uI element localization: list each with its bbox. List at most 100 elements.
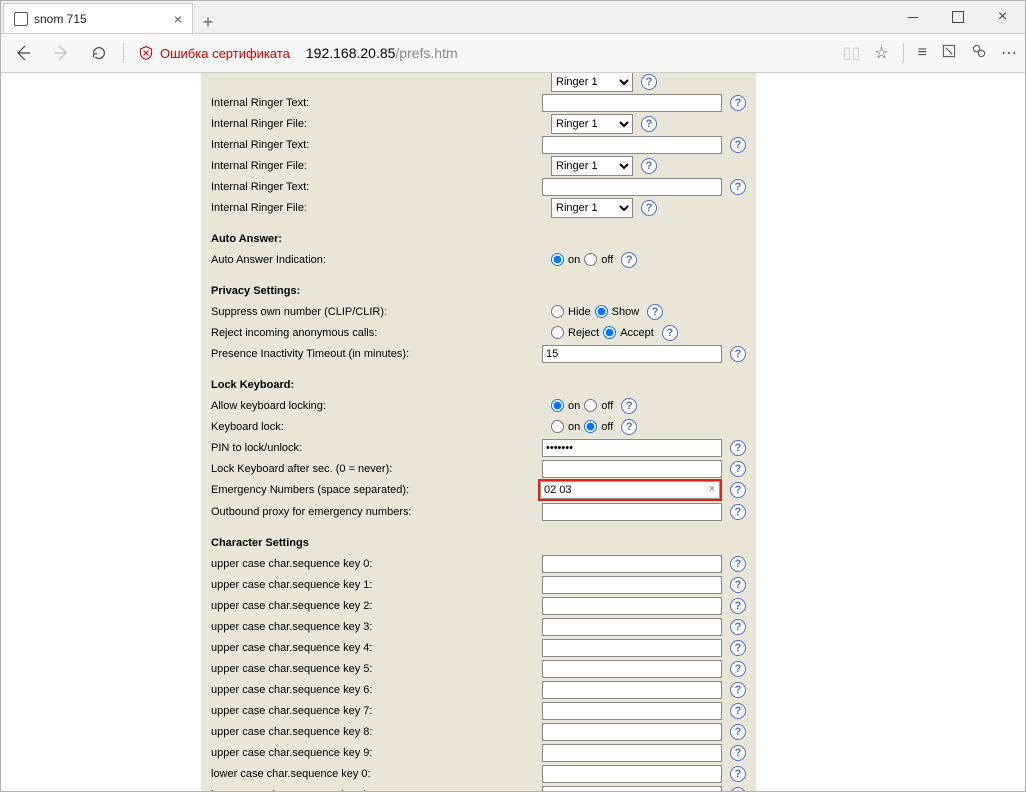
- prefs-form: Internal Ringer File: Ringer 1 ? Interna…: [201, 73, 756, 791]
- tab-snom[interactable]: snom 715 ×: [3, 3, 193, 33]
- help-icon[interactable]: ?: [641, 74, 657, 90]
- char-seq-input[interactable]: [542, 660, 722, 678]
- help-icon[interactable]: ?: [730, 682, 746, 698]
- address-toolbar: Ошибка сертификата 192.168.20.85/prefs.h…: [1, 33, 1025, 73]
- auto-answer-off-radio[interactable]: [584, 253, 597, 266]
- help-icon[interactable]: ?: [730, 577, 746, 593]
- char-seq-input[interactable]: [542, 639, 722, 657]
- char-seq-input[interactable]: [542, 765, 722, 783]
- row-label: Emergency Numbers (space separated):: [211, 484, 538, 496]
- certificate-error[interactable]: Ошибка сертификата: [138, 45, 290, 61]
- help-icon[interactable]: ?: [621, 398, 637, 414]
- char-seq-row: upper case char.sequence key 0:?: [211, 553, 746, 574]
- help-icon[interactable]: ?: [641, 200, 657, 216]
- help-icon[interactable]: ?: [730, 640, 746, 656]
- help-icon[interactable]: ?: [621, 252, 637, 268]
- kblock-off-radio[interactable]: [584, 420, 597, 433]
- row-label: Allow keyboard locking:: [211, 400, 551, 412]
- help-icon[interactable]: ?: [730, 703, 746, 719]
- help-icon[interactable]: ?: [641, 116, 657, 132]
- content-scroll[interactable]: Internal Ringer File: Ringer 1 ? Interna…: [1, 73, 1025, 791]
- radio-label: off: [601, 400, 613, 412]
- clear-icon[interactable]: ×: [709, 483, 715, 495]
- help-icon[interactable]: ?: [730, 95, 746, 111]
- help-icon[interactable]: ?: [730, 556, 746, 572]
- pin-input[interactable]: [542, 439, 722, 457]
- reading-view-icon[interactable]: ▯▯: [843, 43, 861, 63]
- reject-radio[interactable]: [551, 326, 564, 339]
- arrow-left-icon: [13, 43, 33, 63]
- help-icon[interactable]: ?: [641, 158, 657, 174]
- radio-label: on: [568, 254, 580, 266]
- ringer-file-select[interactable]: Ringer 1: [551, 156, 633, 176]
- maximize-button[interactable]: [935, 1, 980, 33]
- ringer-row-partial: Internal Ringer File: Ringer 1 ?: [211, 73, 746, 92]
- outbound-input[interactable]: [542, 503, 722, 521]
- char-seq-input[interactable]: [542, 555, 722, 573]
- ringer-file-select[interactable]: Ringer 1: [551, 73, 633, 92]
- char-seq-input[interactable]: [542, 597, 722, 615]
- emergency-input[interactable]: [540, 481, 720, 499]
- help-icon[interactable]: ?: [730, 724, 746, 740]
- more-icon[interactable]: ⋯: [1001, 43, 1017, 63]
- ringer-row: Internal Ringer File:Ringer 1?: [211, 197, 746, 218]
- row-label: Internal Ringer File:: [211, 160, 551, 172]
- ringer-row: Internal Ringer Text:?: [211, 176, 746, 197]
- char-seq-input[interactable]: [542, 681, 722, 699]
- aftersec-input[interactable]: [542, 460, 722, 478]
- radio-label: Show: [612, 306, 640, 318]
- help-icon[interactable]: ?: [730, 787, 746, 792]
- char-seq-input[interactable]: [542, 576, 722, 594]
- char-seq-input[interactable]: [542, 702, 722, 720]
- help-icon[interactable]: ?: [730, 461, 746, 477]
- notes-icon[interactable]: [941, 43, 957, 64]
- close-window-button[interactable]: ×: [980, 1, 1025, 33]
- help-icon[interactable]: ?: [730, 745, 746, 761]
- suppress-hide-radio[interactable]: [551, 305, 564, 318]
- ringer-file-select[interactable]: Ringer 1: [551, 198, 633, 218]
- help-icon[interactable]: ?: [730, 598, 746, 614]
- char-seq-row: upper case char.sequence key 8:?: [211, 721, 746, 742]
- new-tab-button[interactable]: +: [193, 12, 223, 33]
- help-icon[interactable]: ?: [647, 304, 663, 320]
- help-icon[interactable]: ?: [730, 482, 746, 498]
- help-icon[interactable]: ?: [730, 346, 746, 362]
- char-seq-row: upper case char.sequence key 5:?: [211, 658, 746, 679]
- help-icon[interactable]: ?: [730, 179, 746, 195]
- address-bar[interactable]: 192.168.20.85/prefs.htm: [306, 45, 458, 61]
- help-icon[interactable]: ?: [730, 766, 746, 782]
- accept-radio[interactable]: [603, 326, 616, 339]
- hub-icon[interactable]: ≡: [918, 44, 927, 62]
- lock-outbound-row: Outbound proxy for emergency numbers: ?: [211, 501, 746, 522]
- refresh-button[interactable]: [85, 39, 113, 67]
- tab-close-icon[interactable]: ×: [174, 11, 182, 27]
- forward-button[interactable]: [47, 39, 75, 67]
- help-icon[interactable]: ?: [730, 504, 746, 520]
- help-icon[interactable]: ?: [730, 619, 746, 635]
- allow-on-radio[interactable]: [551, 399, 564, 412]
- char-seq-input[interactable]: [542, 744, 722, 762]
- favorite-icon[interactable]: ☆: [874, 43, 888, 63]
- minimize-button[interactable]: [890, 1, 935, 33]
- help-icon[interactable]: ?: [662, 325, 678, 341]
- heading-text: Character Settings: [211, 537, 551, 549]
- char-seq-input[interactable]: [542, 786, 722, 792]
- ringer-text-input[interactable]: [542, 94, 722, 112]
- help-icon[interactable]: ?: [730, 440, 746, 456]
- help-icon[interactable]: ?: [730, 661, 746, 677]
- char-seq-input[interactable]: [542, 723, 722, 741]
- help-icon[interactable]: ?: [621, 419, 637, 435]
- ringer-text-input[interactable]: [542, 136, 722, 154]
- share-icon[interactable]: [971, 43, 987, 64]
- toolbar-right: ▯▯ ☆ ≡ ⋯: [843, 43, 1017, 64]
- help-icon[interactable]: ?: [730, 137, 746, 153]
- presence-timeout-input[interactable]: [542, 345, 722, 363]
- suppress-show-radio[interactable]: [595, 305, 608, 318]
- ringer-text-input[interactable]: [542, 178, 722, 196]
- back-button[interactable]: [9, 39, 37, 67]
- ringer-file-select[interactable]: Ringer 1: [551, 114, 633, 134]
- allow-off-radio[interactable]: [584, 399, 597, 412]
- char-seq-input[interactable]: [542, 618, 722, 636]
- auto-answer-on-radio[interactable]: [551, 253, 564, 266]
- kblock-on-radio[interactable]: [551, 420, 564, 433]
